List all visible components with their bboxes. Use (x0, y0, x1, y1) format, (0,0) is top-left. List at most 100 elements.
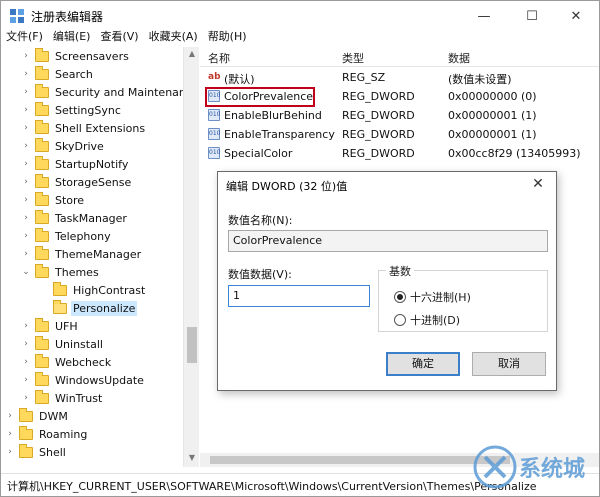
expander-icon[interactable]: › (21, 375, 31, 385)
expander-icon[interactable]: › (21, 339, 31, 349)
value-data: 0x00000001 (1) (448, 128, 537, 141)
value-name: EnableTransparency (224, 128, 335, 141)
folder-icon (35, 137, 49, 152)
expander-icon[interactable]: › (5, 411, 15, 421)
folder-icon (35, 83, 49, 98)
scrollbar-thumb[interactable] (210, 456, 510, 464)
folder-icon (53, 281, 67, 296)
tree-item[interactable]: › Store (21, 191, 86, 209)
regedit-icon (10, 9, 24, 23)
radio-unchecked-icon[interactable] (394, 314, 406, 326)
expander-icon[interactable]: › (21, 249, 31, 259)
expander-icon[interactable]: › (21, 123, 31, 133)
expander-icon[interactable]: › (21, 231, 31, 241)
tree-item-label: Telephony (55, 229, 111, 243)
expander-icon[interactable]: › (21, 87, 31, 97)
tree-item[interactable]: › DWM (5, 407, 70, 425)
expander-icon[interactable]: › (21, 105, 31, 115)
expander-icon[interactable]: › (21, 159, 31, 169)
scrollbar-thumb[interactable] (187, 327, 197, 363)
tree-item[interactable]: › StorageSense (21, 173, 133, 191)
tree-item[interactable]: › WindowsUpdate (21, 371, 146, 389)
tree-item[interactable]: › Shell (5, 443, 68, 461)
dec-radio[interactable]: 十进制(D) (394, 312, 460, 328)
expander-icon[interactable]: ⌄ (21, 267, 31, 277)
scroll-down-icon[interactable]: ▼ (184, 453, 200, 462)
expander-icon[interactable]: › (21, 321, 31, 331)
expander-icon[interactable]: › (21, 51, 31, 61)
menu-view[interactable]: 查看(V) (95, 28, 143, 46)
folder-icon (35, 173, 49, 188)
value-row[interactable]: ab (默认) REG_SZ (数值未设置) (200, 68, 599, 87)
folder-icon (35, 65, 49, 80)
radio-checked-icon[interactable] (394, 291, 406, 303)
expander-icon[interactable]: › (21, 357, 31, 367)
value-name: SpecialColor (224, 147, 293, 160)
expander-icon[interactable]: › (21, 177, 31, 187)
tree-item[interactable]: › WinTrust (21, 389, 104, 407)
tree-item[interactable]: › TaskManager (21, 209, 129, 227)
menu-edit[interactable]: 编辑(E) (48, 28, 96, 46)
tree-item[interactable]: › SettingSync (21, 101, 123, 119)
expander-icon[interactable]: › (21, 393, 31, 403)
close-button[interactable]: ✕ (553, 1, 599, 31)
tree-item[interactable]: › ThemeManager (21, 245, 143, 263)
tree-item[interactable]: › StartupNotify (21, 155, 130, 173)
tree-item-label: SkyDrive (55, 139, 104, 153)
tree-item-label: Search (55, 67, 93, 81)
value-data-input[interactable]: 1 (228, 285, 370, 307)
value-data: (数值未设置) (448, 73, 512, 86)
ok-button[interactable]: 确定 (386, 352, 460, 376)
tree-item[interactable]: HighContrast (39, 281, 147, 299)
folder-icon (35, 101, 49, 116)
cancel-button[interactable]: 取消 (472, 352, 546, 376)
expander-icon[interactable]: › (5, 447, 15, 457)
tree-item[interactable]: › Security and Maintenance (21, 83, 199, 101)
hex-radio[interactable]: 十六进制(H) (394, 289, 471, 305)
tree-item[interactable]: › Search (21, 65, 95, 83)
watermark-logo: 系统城 (473, 445, 585, 489)
edit-dword-dialog: 编辑 DWORD (32 位)值 ✕ 数值名称(N): ColorPrevale… (217, 171, 557, 391)
tree-item-selected[interactable]: Personalize (39, 299, 138, 317)
expander-icon[interactable]: › (21, 213, 31, 223)
window-title: 注册表编辑器 (31, 10, 104, 24)
value-row[interactable]: 010 EnableBlurBehind REG_DWORD 0x0000000… (200, 106, 599, 125)
expander-icon[interactable]: › (21, 141, 31, 151)
column-data[interactable]: 数据 (448, 50, 470, 66)
scroll-up-icon[interactable]: ▲ (184, 49, 200, 58)
tree-item-label: Security and Maintenance (55, 85, 199, 99)
value-row[interactable]: 010 SpecialColor REG_DWORD 0x00cc8f29 (1… (200, 144, 599, 163)
tree-scrollbar[interactable]: ▲ ▼ (183, 47, 199, 467)
menu-help[interactable]: 帮助(H) (203, 28, 252, 46)
folder-icon (35, 245, 49, 260)
tree-item[interactable]: › SkyDrive (21, 137, 106, 155)
minimize-button[interactable]: — (461, 1, 507, 31)
tree-item[interactable]: › Roaming (5, 425, 89, 443)
maximize-button[interactable]: ☐ (509, 1, 555, 31)
dialog-close-button[interactable]: ✕ (524, 174, 552, 194)
value-row[interactable]: 010 EnableTransparency REG_DWORD 0x00000… (200, 125, 599, 144)
dword-value-icon: 010 (208, 109, 220, 121)
tree-item-label: UFH (55, 319, 78, 333)
tree-item-label: Personalize (71, 300, 138, 316)
tree-item[interactable]: › Shell Extensions (21, 119, 147, 137)
tree-item[interactable]: ⌄ Themes (21, 263, 101, 281)
menu-file[interactable]: 文件(F) (1, 28, 48, 46)
tree-item-label: TaskManager (55, 211, 127, 225)
tree-item[interactable]: › Screensavers (21, 47, 131, 65)
tree-item[interactable]: › Uninstall (21, 335, 105, 353)
expander-icon[interactable]: › (5, 429, 15, 439)
expander-icon[interactable]: › (21, 195, 31, 205)
tree-item[interactable]: › Webcheck (21, 353, 113, 371)
tree-item-label: StorageSense (55, 175, 132, 189)
tree-item-label: Store (55, 193, 85, 207)
dialog-title: 编辑 DWORD (32 位)值 (226, 180, 348, 193)
tree-item[interactable]: › UFH (21, 317, 80, 335)
string-value-icon: ab (208, 72, 221, 82)
value-row-highlighted[interactable]: 010 ColorPrevalence REG_DWORD 0x00000000… (200, 87, 599, 107)
tree-item[interactable]: › Telephony (21, 227, 113, 245)
expander-icon[interactable]: › (21, 69, 31, 79)
column-type[interactable]: 类型 (342, 50, 364, 66)
menu-favorites[interactable]: 收藏夹(A) (144, 28, 203, 46)
column-name[interactable]: 名称 (208, 50, 230, 66)
